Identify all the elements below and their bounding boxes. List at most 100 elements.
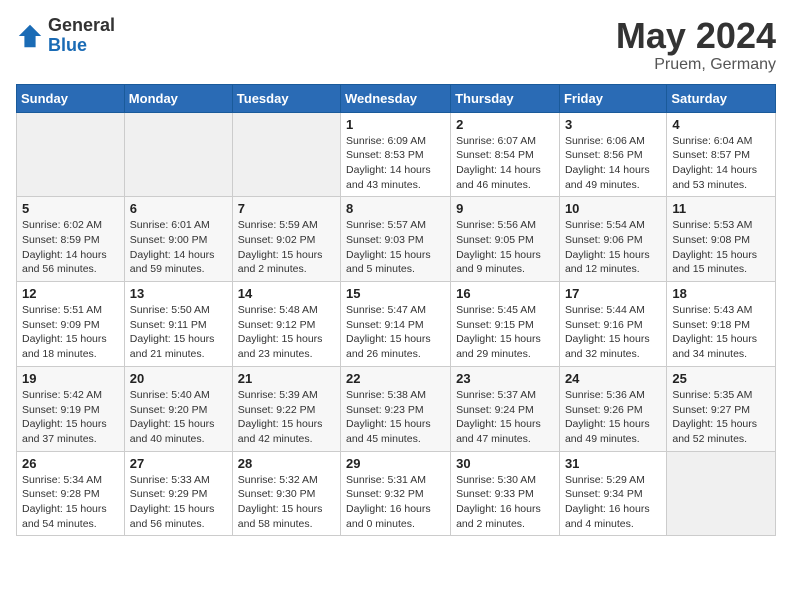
calendar-week-row: 26 Sunrise: 5:34 AMSunset: 9:28 PMDayligh… <box>17 451 776 536</box>
day-number: 14 <box>238 286 335 301</box>
calendar-week-row: 12Sunrise: 5:51 AMSunset: 9:09 PMDayligh… <box>17 282 776 367</box>
calendar-cell: 9Sunrise: 5:56 AMSunset: 9:05 PMDaylight… <box>451 197 560 282</box>
calendar-subtitle: Pruem, Germany <box>616 56 776 74</box>
logo-icon <box>16 22 44 50</box>
day-number: 16 <box>456 286 554 301</box>
calendar-cell <box>17 112 125 197</box>
calendar-cell: 19 Sunrise: 5:42 AMSunset: 9:19 PMDayligh… <box>17 366 125 451</box>
calendar-cell: 5 Sunrise: 6:02 AMSunset: 8:59 PMDaylight… <box>17 197 125 282</box>
day-number: 26 <box>22 456 119 471</box>
day-number: 12 <box>22 286 119 301</box>
calendar-cell: 26 Sunrise: 5:34 AMSunset: 9:28 PMDayligh… <box>17 451 125 536</box>
day-number: 24 <box>565 371 661 386</box>
day-info: Sunrise: 6:04 AMSunset: 8:57 PMDaylight:… <box>672 134 770 193</box>
day-number: 31 <box>565 456 661 471</box>
calendar-cell <box>124 112 232 197</box>
weekday-header-saturday: Saturday <box>667 84 776 112</box>
day-info: Sunrise: 5:47 AMSunset: 9:14 PMDaylight:… <box>346 303 445 362</box>
calendar-table: SundayMondayTuesdayWednesdayThursdayFrid… <box>16 84 776 537</box>
day-info: Sunrise: 6:02 AMSunset: 8:59 PMDaylight:… <box>22 218 119 277</box>
day-number: 27 <box>130 456 227 471</box>
logo: General Blue <box>16 16 115 56</box>
day-info: Sunrise: 5:59 AMSunset: 9:02 PMDaylight:… <box>238 218 335 277</box>
day-number: 28 <box>238 456 335 471</box>
day-number: 7 <box>238 201 335 216</box>
weekday-header-wednesday: Wednesday <box>341 84 451 112</box>
day-number: 11 <box>672 201 770 216</box>
weekday-header-thursday: Thursday <box>451 84 560 112</box>
day-number: 15 <box>346 286 445 301</box>
calendar-cell: 25 Sunrise: 5:35 AMSunset: 9:27 PMDayligh… <box>667 366 776 451</box>
calendar-cell: 14 Sunrise: 5:48 AMSunset: 9:12 PMDayligh… <box>232 282 340 367</box>
day-number: 8 <box>346 201 445 216</box>
day-number: 1 <box>346 117 445 132</box>
day-number: 2 <box>456 117 554 132</box>
calendar-cell <box>232 112 340 197</box>
day-number: 9 <box>456 201 554 216</box>
calendar-cell: 30 Sunrise: 5:30 AMSunset: 9:33 PMDayligh… <box>451 451 560 536</box>
logo-blue-text: Blue <box>48 36 115 56</box>
logo-general-text: General <box>48 16 115 36</box>
day-number: 25 <box>672 371 770 386</box>
day-number: 4 <box>672 117 770 132</box>
day-info: Sunrise: 5:34 AMSunset: 9:28 PMDaylight:… <box>22 473 119 532</box>
calendar-cell: 15 Sunrise: 5:47 AMSunset: 9:14 PMDayligh… <box>341 282 451 367</box>
day-number: 18 <box>672 286 770 301</box>
calendar-cell: 2Sunrise: 6:07 AMSunset: 8:54 PMDaylight… <box>451 112 560 197</box>
calendar-cell: 24 Sunrise: 5:36 AMSunset: 9:26 PMDayligh… <box>559 366 666 451</box>
calendar-cell: 21Sunrise: 5:39 AMSunset: 9:22 PMDayligh… <box>232 366 340 451</box>
calendar-header-row: SundayMondayTuesdayWednesdayThursdayFrid… <box>17 84 776 112</box>
calendar-cell: 17 Sunrise: 5:44 AMSunset: 9:16 PMDayligh… <box>559 282 666 367</box>
title-block: May 2024 Pruem, Germany <box>616 16 776 74</box>
calendar-cell: 20Sunrise: 5:40 AMSunset: 9:20 PMDayligh… <box>124 366 232 451</box>
day-number: 22 <box>346 371 445 386</box>
calendar-week-row: 1Sunrise: 6:09 AMSunset: 8:53 PMDaylight… <box>17 112 776 197</box>
day-info: Sunrise: 5:30 AMSunset: 9:33 PMDaylight:… <box>456 473 554 532</box>
day-number: 19 <box>22 371 119 386</box>
day-info: Sunrise: 5:39 AMSunset: 9:22 PMDaylight:… <box>238 388 335 447</box>
calendar-cell: 23 Sunrise: 5:37 AMSunset: 9:24 PMDayligh… <box>451 366 560 451</box>
calendar-cell: 29 Sunrise: 5:31 AMSunset: 9:32 PMDayligh… <box>341 451 451 536</box>
day-number: 5 <box>22 201 119 216</box>
weekday-header-tuesday: Tuesday <box>232 84 340 112</box>
day-info: Sunrise: 5:29 AMSunset: 9:34 PMDaylight:… <box>565 473 661 532</box>
logo-text: General Blue <box>48 16 115 56</box>
day-number: 13 <box>130 286 227 301</box>
calendar-title: May 2024 <box>616 16 776 56</box>
calendar-cell: 7 Sunrise: 5:59 AMSunset: 9:02 PMDaylight… <box>232 197 340 282</box>
calendar-cell: 4 Sunrise: 6:04 AMSunset: 8:57 PMDaylight… <box>667 112 776 197</box>
day-number: 30 <box>456 456 554 471</box>
day-info: Sunrise: 5:36 AMSunset: 9:26 PMDaylight:… <box>565 388 661 447</box>
calendar-cell: 8 Sunrise: 5:57 AMSunset: 9:03 PMDaylight… <box>341 197 451 282</box>
calendar-week-row: 5 Sunrise: 6:02 AMSunset: 8:59 PMDaylight… <box>17 197 776 282</box>
day-info: Sunrise: 6:06 AMSunset: 8:56 PMDaylight:… <box>565 134 661 193</box>
day-info: Sunrise: 5:45 AMSunset: 9:15 PMDaylight:… <box>456 303 554 362</box>
weekday-header-friday: Friday <box>559 84 666 112</box>
day-info: Sunrise: 5:33 AMSunset: 9:29 PMDaylight:… <box>130 473 227 532</box>
day-info: Sunrise: 5:42 AMSunset: 9:19 PMDaylight:… <box>22 388 119 447</box>
day-info: Sunrise: 5:54 AMSunset: 9:06 PMDaylight:… <box>565 218 661 277</box>
day-number: 29 <box>346 456 445 471</box>
calendar-cell: 27 Sunrise: 5:33 AMSunset: 9:29 PMDayligh… <box>124 451 232 536</box>
calendar-cell <box>667 451 776 536</box>
day-number: 17 <box>565 286 661 301</box>
day-info: Sunrise: 5:35 AMSunset: 9:27 PMDaylight:… <box>672 388 770 447</box>
day-info: Sunrise: 5:31 AMSunset: 9:32 PMDaylight:… <box>346 473 445 532</box>
day-info: Sunrise: 5:44 AMSunset: 9:16 PMDaylight:… <box>565 303 661 362</box>
calendar-cell: 10Sunrise: 5:54 AMSunset: 9:06 PMDayligh… <box>559 197 666 282</box>
day-info: Sunrise: 5:48 AMSunset: 9:12 PMDaylight:… <box>238 303 335 362</box>
calendar-cell: 31 Sunrise: 5:29 AMSunset: 9:34 PMDayligh… <box>559 451 666 536</box>
day-info: Sunrise: 5:57 AMSunset: 9:03 PMDaylight:… <box>346 218 445 277</box>
day-number: 23 <box>456 371 554 386</box>
day-info: Sunrise: 5:32 AMSunset: 9:30 PMDaylight:… <box>238 473 335 532</box>
day-info: Sunrise: 5:53 AMSunset: 9:08 PMDaylight:… <box>672 218 770 277</box>
calendar-cell: 3Sunrise: 6:06 AMSunset: 8:56 PMDaylight… <box>559 112 666 197</box>
day-number: 20 <box>130 371 227 386</box>
calendar-cell: 18Sunrise: 5:43 AMSunset: 9:18 PMDayligh… <box>667 282 776 367</box>
day-info: Sunrise: 5:37 AMSunset: 9:24 PMDaylight:… <box>456 388 554 447</box>
weekday-header-monday: Monday <box>124 84 232 112</box>
calendar-cell: 22Sunrise: 5:38 AMSunset: 9:23 PMDayligh… <box>341 366 451 451</box>
calendar-cell: 28 Sunrise: 5:32 AMSunset: 9:30 PMDayligh… <box>232 451 340 536</box>
day-info: Sunrise: 6:01 AMSunset: 9:00 PMDaylight:… <box>130 218 227 277</box>
calendar-cell: 6Sunrise: 6:01 AMSunset: 9:00 PMDaylight… <box>124 197 232 282</box>
